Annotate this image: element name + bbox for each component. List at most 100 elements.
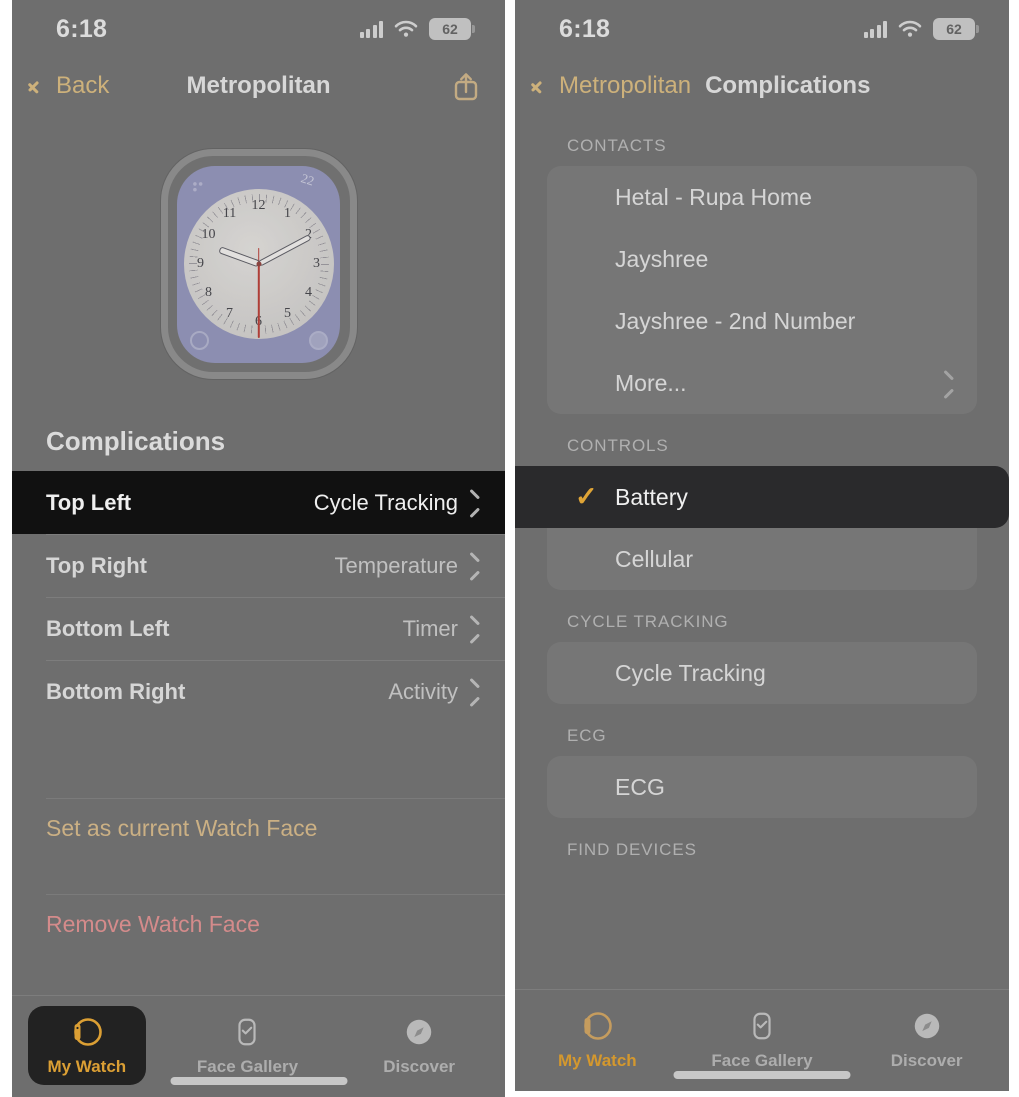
row-value: Timer bbox=[403, 616, 481, 642]
dial-number: 5 bbox=[284, 306, 291, 321]
action-label: Remove Watch Face bbox=[46, 910, 260, 937]
watch-icon bbox=[70, 1012, 104, 1052]
wifi-icon bbox=[898, 20, 922, 38]
chevron-left-icon bbox=[36, 75, 49, 97]
picker-row-label: Hetal - Rupa Home bbox=[615, 183, 812, 210]
picker-row-cellular[interactable]: Cellular bbox=[547, 528, 977, 590]
dial-number: 7 bbox=[226, 306, 233, 321]
watch-face-preview[interactable]: 22 12 1 3 4 5 7 8 9 10 11 bbox=[12, 114, 505, 414]
dial-number: 1 bbox=[284, 206, 291, 221]
action-label: Set as current Watch Face bbox=[46, 814, 318, 841]
second-hand bbox=[257, 264, 260, 338]
tab-label: Discover bbox=[890, 1051, 963, 1070]
set-as-current-watch-face-button[interactable]: Set as current Watch Face bbox=[12, 798, 505, 858]
checkmark-icon: ✓ bbox=[575, 481, 598, 512]
status-indicators: 62 bbox=[359, 18, 471, 40]
back-button-label: Back bbox=[56, 72, 110, 99]
picker-row-ecg[interactable]: ECG bbox=[547, 756, 977, 818]
battery-icon: 62 bbox=[933, 18, 975, 40]
complication-row-bottom-left[interactable]: Bottom Left Timer bbox=[12, 597, 505, 660]
complication-row-top-right[interactable]: Top Right Temperature bbox=[12, 534, 505, 597]
list-spacer-2 bbox=[12, 858, 505, 894]
watch-face-icon bbox=[746, 1006, 778, 1046]
page-title: Complications bbox=[705, 72, 871, 99]
battery-icon: 62 bbox=[429, 18, 471, 40]
nav-bar-right: Metropolitan Complications bbox=[515, 58, 1009, 114]
chevron-right-icon bbox=[470, 682, 481, 701]
left-phone-screen: 6:18 62 Back Metropolitan 22 12 1 3 4 5 … bbox=[12, 0, 505, 1097]
home-indicator[interactable] bbox=[170, 1077, 347, 1085]
home-indicator[interactable] bbox=[673, 1071, 851, 1079]
dial-number: 4 bbox=[305, 285, 312, 300]
dial-number: 8 bbox=[205, 285, 212, 300]
complications-picker-list: CONTACTS Hetal - Rupa Home Jayshree Jays… bbox=[515, 114, 1009, 989]
watch-body: 22 12 1 3 4 5 7 8 9 10 11 bbox=[160, 149, 357, 379]
group-card-cycle-tracking: Cycle Tracking bbox=[547, 642, 977, 704]
picker-row-label: Jayshree bbox=[615, 245, 709, 272]
row-value: Activity bbox=[388, 679, 481, 705]
group-card-controls: ✓ Battery Cellular bbox=[515, 466, 1009, 590]
row-label: Bottom Left bbox=[46, 615, 170, 641]
picker-row-jayshree-2nd-number[interactable]: Jayshree - 2nd Number bbox=[547, 290, 977, 352]
row-value-text: Cycle Tracking bbox=[313, 489, 458, 515]
chevron-right-icon bbox=[470, 493, 481, 512]
row-value-text: Timer bbox=[402, 615, 458, 641]
tab-label: Face Gallery bbox=[711, 1051, 813, 1070]
row-label: Top Left bbox=[46, 489, 132, 515]
tab-bar-right: My Watch Face Gallery Discover bbox=[515, 989, 1009, 1091]
tab-face-gallery[interactable]: Face Gallery bbox=[177, 1006, 317, 1085]
tab-label: Face Gallery bbox=[196, 1057, 299, 1076]
status-time: 6:18 bbox=[56, 14, 108, 43]
tab-my-watch[interactable]: My Watch bbox=[527, 1000, 667, 1079]
compass-icon bbox=[911, 1006, 943, 1046]
picker-row-cycle-tracking[interactable]: Cycle Tracking bbox=[547, 642, 977, 704]
chevron-right-icon bbox=[944, 374, 955, 393]
dial-center-pin bbox=[256, 261, 261, 267]
tab-label: Discover bbox=[383, 1057, 456, 1076]
row-value: Cycle Tracking bbox=[314, 490, 481, 516]
picker-row-jayshree[interactable]: Jayshree bbox=[547, 228, 977, 290]
remove-watch-face-button[interactable]: Remove Watch Face bbox=[12, 894, 505, 954]
group-header-contacts: CONTACTS bbox=[567, 136, 667, 155]
status-time: 6:18 bbox=[559, 14, 611, 43]
tab-face-gallery[interactable]: Face Gallery bbox=[692, 1000, 832, 1079]
picker-row-hetal-rupa-home[interactable]: Hetal - Rupa Home bbox=[547, 166, 977, 228]
picker-row-more[interactable]: More... bbox=[547, 352, 977, 414]
screenshot-stage: 6:18 62 Back Metropolitan 22 12 1 3 4 5 … bbox=[0, 0, 1019, 1097]
status-indicators: 62 bbox=[863, 18, 975, 40]
group-header-find-devices: FIND DEVICES bbox=[567, 840, 697, 859]
watch-screen: 22 12 1 3 4 5 7 8 9 10 11 bbox=[177, 165, 340, 363]
complication-row-top-left[interactable]: Top Left Cycle Tracking bbox=[12, 471, 505, 534]
cellular-bars-icon bbox=[863, 20, 887, 38]
complication-row-bottom-right[interactable]: Bottom Right Activity bbox=[12, 660, 505, 723]
compass-icon bbox=[403, 1012, 435, 1052]
tab-label: My Watch bbox=[557, 1051, 637, 1070]
picker-row-battery[interactable]: ✓ Battery bbox=[515, 466, 1009, 528]
row-value-text: Temperature bbox=[334, 552, 458, 578]
status-bar-left: 6:18 62 bbox=[12, 0, 505, 58]
tab-my-watch[interactable]: My Watch bbox=[27, 1006, 146, 1085]
cycle-tracking-complication-icon bbox=[186, 175, 212, 201]
picker-row-label: Battery bbox=[615, 483, 688, 510]
back-button[interactable]: Metropolitan bbox=[539, 72, 691, 100]
nav-bar-left: Back Metropolitan bbox=[12, 58, 505, 114]
back-button[interactable]: Back bbox=[36, 72, 109, 100]
timer-ring-icon bbox=[186, 328, 212, 354]
activity-complication-icon bbox=[305, 328, 331, 354]
dial-number: 9 bbox=[197, 256, 204, 271]
group-header-controls: CONTROLS bbox=[567, 436, 669, 455]
dial-number: 3 bbox=[313, 256, 320, 271]
row-value: Temperature bbox=[334, 553, 481, 579]
tab-discover[interactable]: Discover bbox=[857, 1000, 997, 1079]
chevron-left-icon bbox=[539, 75, 552, 97]
dial-number: 12 bbox=[251, 198, 266, 213]
complications-section-title: Complications bbox=[46, 426, 226, 456]
group-card-contacts: Hetal - Rupa Home Jayshree Jayshree - 2n… bbox=[547, 166, 977, 414]
group-card-ecg: ECG bbox=[547, 756, 977, 818]
wifi-icon bbox=[394, 20, 418, 38]
tab-label: My Watch bbox=[47, 1057, 127, 1076]
share-icon[interactable] bbox=[453, 71, 479, 101]
tab-discover[interactable]: Discover bbox=[349, 1006, 489, 1085]
chevron-right-icon bbox=[470, 556, 481, 575]
